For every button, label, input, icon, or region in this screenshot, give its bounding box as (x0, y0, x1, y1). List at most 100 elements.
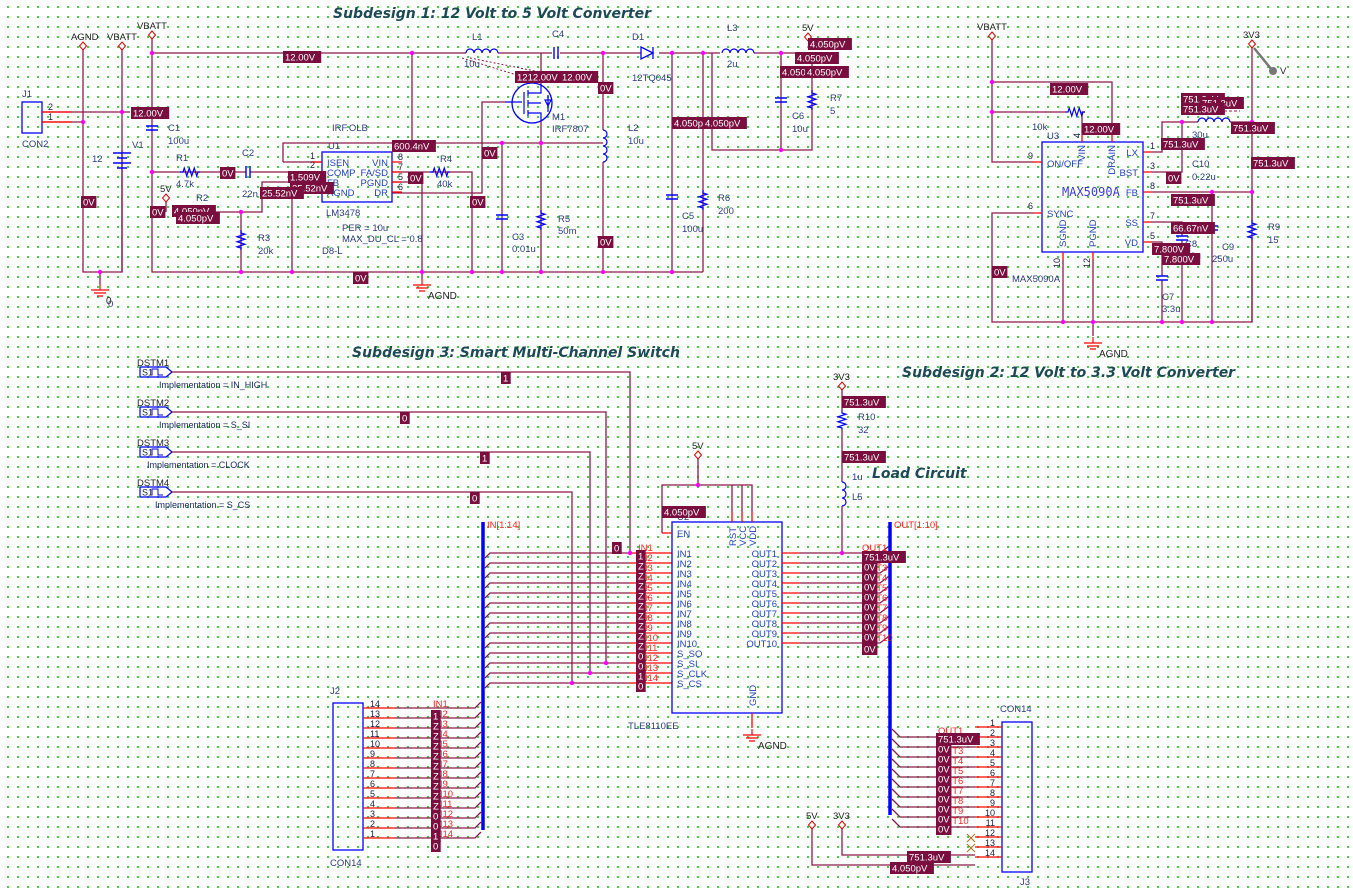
junction-dot (603, 660, 609, 666)
junction-dot (669, 269, 675, 275)
wire[interactable] (484, 582, 630, 589)
no-connect-icon (966, 833, 976, 853)
stimulus-symbol: S1 (142, 488, 153, 498)
port-label: AGND (71, 32, 99, 43)
wire[interactable] (484, 552, 630, 559)
voltage-marker-text: 0 (433, 842, 438, 853)
wire[interactable] (484, 652, 630, 659)
component-label: 0.22u (1192, 172, 1216, 183)
ground-label: AGND (758, 741, 787, 752)
junction-dot (1159, 319, 1165, 325)
component-label: C1 (168, 123, 180, 134)
power-port-icon (1247, 39, 1257, 49)
wire[interactable] (172, 411, 607, 663)
junction-dot (778, 50, 784, 56)
subdesign2-title: Subdesign 2: 12 Volt to 3.3 Volt Convert… (902, 365, 1236, 381)
component-label: C2 (242, 148, 254, 159)
wire[interactable] (484, 572, 630, 579)
voltage-marker-text: 4.050pV (810, 40, 846, 51)
pin-number: 4 (1072, 133, 1082, 138)
wire[interactable] (392, 181, 423, 279)
component-label: R5 (558, 214, 570, 225)
wire[interactable] (484, 592, 630, 599)
inductor-symbol (721, 48, 755, 54)
junction-dot (600, 269, 606, 275)
voltage-marker-text: 751.3uV (1173, 196, 1209, 207)
wire[interactable] (841, 825, 975, 856)
component-label: R7 (830, 93, 842, 104)
wire[interactable] (484, 622, 630, 629)
junction-dot (1060, 319, 1066, 325)
pin-number: 8 (1150, 181, 1155, 191)
pin-label: VIN (1077, 145, 1088, 161)
component-label: L3 (727, 23, 738, 34)
ground-icon (1084, 337, 1102, 350)
component-label: 20k (258, 246, 274, 257)
junction-dot (1209, 189, 1215, 195)
power-port-icon (693, 450, 703, 460)
component-label: LM3478 (326, 208, 360, 219)
junction-dot (1179, 119, 1185, 125)
schematic-canvas[interactable]: Subdesign 1: 12 Volt to 5 Volt Converter… (0, 0, 1353, 892)
junction-dot (700, 50, 706, 56)
voltage-marker-text: 0V (472, 198, 484, 209)
component-label: CON14 (330, 858, 362, 869)
ground-label: AGND (1099, 349, 1128, 360)
resistor-symbol (835, 410, 849, 430)
junction-dot (669, 50, 675, 56)
wire[interactable] (484, 602, 630, 609)
wire[interactable] (484, 562, 630, 569)
component-label: D8-L (322, 246, 343, 257)
junction-dot (587, 670, 593, 676)
wire[interactable] (484, 612, 630, 619)
pin-label: S_CS (677, 679, 702, 690)
voltage-marker-text: 4.050pV (797, 54, 833, 65)
pulse-icon (151, 368, 163, 376)
wire[interactable] (484, 662, 630, 669)
junction-dot (80, 119, 86, 125)
wire[interactable] (484, 642, 630, 649)
voltage-marker-text: 4.050pV (178, 214, 214, 225)
voltage-marker-text: 600.4nV (394, 142, 430, 153)
component-label: L2 (628, 123, 639, 134)
component-label: 250u (1212, 254, 1233, 265)
voltage-marker-text: 4.050pV (807, 68, 843, 79)
port-label: 3V3 (1243, 30, 1260, 41)
wire[interactable] (291, 191, 322, 272)
voltage-marker-text: 0V (864, 645, 876, 656)
ground-icon (743, 729, 761, 742)
pin-label: BST (1120, 168, 1139, 179)
voltage-probe-icon (1253, 47, 1273, 71)
voltage-marker-text: 751.3uV (844, 398, 880, 409)
junction-dot (409, 50, 415, 56)
component-label: U1 (328, 141, 340, 152)
subdesign3-title: Subdesign 3: Smart Multi-Channel Switch (352, 345, 680, 361)
capacitor-symbol (1156, 275, 1168, 281)
port-label: 5V (692, 441, 704, 452)
wire[interactable] (484, 672, 630, 679)
junction-dot (1249, 189, 1255, 195)
wire[interactable] (991, 36, 1034, 163)
inductor-symbol (1197, 117, 1231, 123)
stimulus-implementation: Implementation = S_CS (155, 500, 250, 510)
voltage-marker-text: 12.00V (285, 53, 316, 64)
wire[interactable] (392, 171, 473, 272)
component-label: 10u (464, 59, 480, 70)
junction-dot (499, 269, 505, 275)
pin-label: VD (1125, 238, 1138, 249)
junction-dot (778, 147, 784, 153)
wire[interactable] (484, 682, 630, 689)
port-label: 3V3 (833, 811, 850, 822)
power-port-icon (117, 41, 127, 51)
junction-dot (569, 680, 575, 686)
ground-label: AGND (428, 291, 457, 302)
component-label: 12 (92, 154, 103, 165)
diode-icon (640, 45, 655, 61)
wire[interactable] (151, 35, 703, 273)
component-label: C6 (792, 111, 804, 122)
wire[interactable] (484, 632, 630, 639)
wire[interactable] (392, 53, 413, 151)
mosfet-body (505, 85, 552, 120)
component-label: J1 (22, 89, 32, 100)
component-label: IRF.OLB (332, 123, 368, 134)
